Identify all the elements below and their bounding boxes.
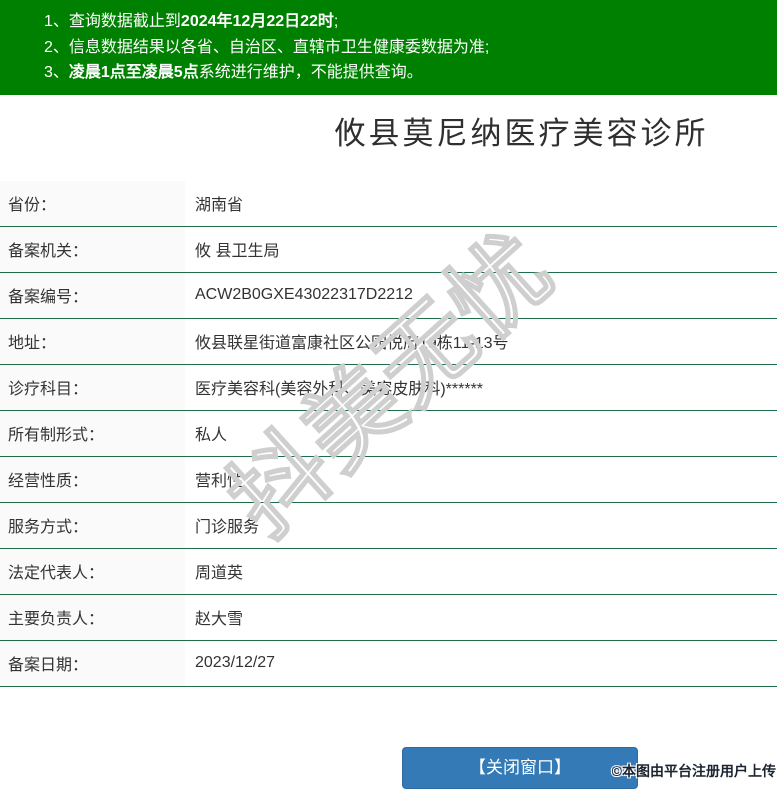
- title-area: 攸县莫尼纳医疗美容诊所: [0, 111, 777, 157]
- notice-1-bold: 2024年12月22日22时: [180, 13, 334, 30]
- row-value: 湖南省: [195, 197, 244, 214]
- table-row-address: 地址： 攸县联星街道富康社区公园悦府19栋11-13号: [0, 318, 777, 365]
- table-row-record-date: 备案日期： 2023/12/27: [0, 640, 777, 687]
- row-value: 赵大雪: [195, 611, 244, 628]
- table-row-record-number: 备案编号： ACW2B0GXE43022317D2212: [0, 272, 777, 319]
- row-label: 诊疗科目：: [0, 364, 185, 410]
- notice-1-num: 1、: [44, 13, 69, 30]
- table-row-service-mode: 服务方式： 门诊服务: [0, 502, 777, 549]
- row-value: 攸 县卫生局: [195, 243, 280, 260]
- notice-3-bold: 凌晨1点至凌晨5点: [68, 64, 199, 81]
- notice-line-1: 1、查询数据截止到2024年12月22日22时;: [44, 9, 767, 35]
- notice-3-post: 系统进行维护，不能提供查询。: [198, 64, 423, 81]
- row-label: 所有制形式：: [0, 410, 185, 456]
- row-value: 营利性: [195, 473, 244, 490]
- corner-watermark: ©本图由平台注册用户上传: [611, 763, 776, 779]
- row-value: 周道英: [195, 565, 244, 582]
- row-label: 法定代表人：: [0, 548, 185, 594]
- row-label: 经营性质：: [0, 456, 185, 502]
- registry-table: 省份： 湖南省 备案机关： 攸 县卫生局 备案编号： ACW2B0GXE4302…: [0, 180, 777, 687]
- row-label: 地址：: [0, 318, 185, 364]
- table-row-legal-rep: 法定代表人： 周道英: [0, 548, 777, 595]
- row-value: ACW2B0GXE43022317D2212: [195, 286, 413, 303]
- table-row-ownership: 所有制形式： 私人: [0, 410, 777, 457]
- notice-banner: 1、查询数据截止到2024年12月22日22时; 2、信息数据结果以各省、自治区…: [0, 0, 777, 95]
- row-label: 备案机关：: [0, 226, 185, 272]
- row-label: 备案编号：: [0, 272, 185, 318]
- notice-1-text: 查询数据截止到: [68, 13, 181, 30]
- row-value: 攸县联星街道富康社区公园悦府19栋11-13号: [195, 335, 509, 352]
- notice-1-post: ;: [333, 13, 339, 30]
- row-label: 备案日期：: [0, 640, 185, 686]
- row-label: 服务方式：: [0, 502, 185, 548]
- page-title: 攸县莫尼纳医疗美容诊所: [334, 115, 709, 151]
- row-value: 私人: [195, 427, 228, 444]
- notice-2-text: 信息数据结果以各省、自治区、直辖市卫生健康委数据为准;: [68, 38, 490, 56]
- table-row-authority: 备案机关： 攸 县卫生局: [0, 226, 777, 273]
- notice-line-3: 3、凌晨1点至凌晨5点系统进行维护，不能提供查询。: [44, 60, 767, 86]
- row-label: 省份：: [0, 180, 185, 226]
- table-row-subjects: 诊疗科目： 医疗美容科(美容外科、美容皮肤科)******: [0, 364, 777, 411]
- table-row-main-person: 主要负责人： 赵大雪: [0, 594, 777, 641]
- table-row-province: 省份： 湖南省: [0, 180, 777, 227]
- notice-3-num: 3、: [44, 64, 69, 81]
- row-value: 门诊服务: [195, 519, 260, 536]
- row-value: 2023/12/27: [195, 654, 276, 671]
- notice-line-2: 2、信息数据结果以各省、自治区、直辖市卫生健康委数据为准;: [44, 35, 767, 61]
- close-window-button[interactable]: 【关闭窗口】: [402, 747, 638, 789]
- row-value: 医疗美容科(美容外科、美容皮肤科)******: [195, 381, 484, 398]
- notice-2-num: 2、: [44, 38, 69, 56]
- row-label: 主要负责人：: [0, 594, 185, 640]
- table-row-business-nature: 经营性质： 营利性: [0, 456, 777, 503]
